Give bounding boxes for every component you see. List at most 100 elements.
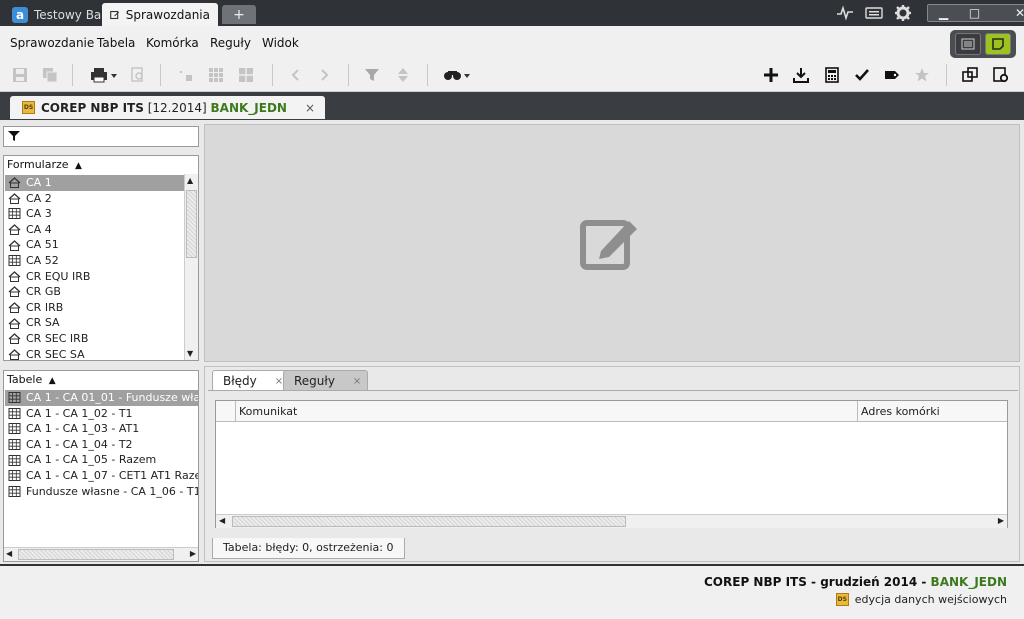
tab-label: Błędy (223, 374, 257, 388)
house-icon (8, 239, 21, 251)
filter-button[interactable] (362, 65, 382, 85)
document-close-button[interactable]: × (305, 101, 315, 115)
minimize-button[interactable]: ▁ (928, 5, 959, 21)
note-view-button[interactable] (985, 33, 1011, 55)
scroll-thumb[interactable] (186, 190, 197, 258)
close-icon[interactable]: × (353, 376, 361, 387)
table-list-item[interactable]: CA 1 - CA 1_03 - AT1 (5, 421, 198, 437)
table-label: CA 1 - CA 1_04 - T2 (26, 437, 133, 451)
scroll-thumb[interactable] (18, 549, 174, 560)
document-tab[interactable]: DS COREP NBP ITS [12.2014] BANK_JEDN × (10, 96, 326, 119)
form-list-item[interactable]: CA 51 (5, 237, 184, 253)
filter-input[interactable] (3, 126, 199, 147)
form-list-item[interactable]: CA 4 (5, 222, 184, 238)
tag-button[interactable] (882, 65, 902, 85)
close-button[interactable]: ✕ (990, 5, 1024, 21)
table-list-item[interactable]: CA 1 - CA 01_01 - Fundusze własne (5, 390, 198, 406)
save-button[interactable] (10, 65, 30, 85)
cell-button[interactable] (176, 65, 196, 85)
app-logo-icon: a (12, 6, 28, 23)
form-list-item[interactable]: CA 2 (5, 191, 184, 207)
sort-up-icon: ▲ (75, 161, 82, 171)
form-list-item[interactable]: CA 1 (5, 175, 184, 191)
menu-sprawozdanie[interactable]: Sprawozdanie (10, 36, 94, 50)
gear-icon[interactable] (894, 4, 912, 22)
form-list-item[interactable]: CA 3 (5, 206, 184, 222)
grid-icon (8, 255, 21, 267)
house-icon (8, 193, 21, 204)
print-icon (91, 68, 117, 83)
chevron-right-icon (321, 69, 329, 81)
form-list-item[interactable]: CR IRB (5, 300, 184, 316)
activity-icon[interactable] (836, 5, 854, 21)
table-list-item[interactable]: CA 1 - CA 1_02 - T1 (5, 406, 198, 422)
footer-title-text: COREP NBP ITS - grudzień 2014 - (704, 575, 931, 589)
toolbar-separator (72, 64, 73, 86)
column-adres-komorki[interactable]: Adres komórki (858, 401, 1007, 422)
table-label: Fundusze własne - CA 1_06 - T1 R (26, 484, 198, 498)
table-list-item[interactable]: Fundusze własne - CA 1_06 - T1 R (5, 484, 198, 500)
forms-scrollbar[interactable]: ▲ ▼ (184, 174, 198, 360)
sort-button[interactable] (393, 65, 413, 85)
toolbar-separator (160, 64, 161, 86)
table-button[interactable] (236, 65, 256, 85)
form-list-item[interactable]: CA 52 (5, 253, 184, 269)
table-list-item[interactable]: CA 1 - CA 1_04 - T2 (5, 437, 198, 453)
preview-button[interactable] (128, 65, 148, 85)
forms-header-label: Formularze (7, 158, 69, 171)
menu-widok[interactable]: Widok (262, 36, 299, 50)
save-all-button[interactable] (40, 65, 60, 85)
grid-button[interactable] (206, 65, 226, 85)
close-icon[interactable]: × (275, 376, 283, 387)
scroll-down-icon[interactable]: ▼ (187, 349, 193, 358)
table-list-item[interactable]: CA 1 - CA 1_05 - Razem (5, 452, 198, 468)
scroll-thumb[interactable] (232, 516, 626, 527)
form-label: CR GB (26, 285, 61, 299)
add-button[interactable] (761, 65, 781, 85)
maximize-button[interactable]: □ (959, 5, 990, 21)
scroll-left-icon[interactable]: ◀ (6, 549, 12, 558)
table-list-item[interactable]: CA 1 - CA 1_07 - CET1 AT1 Razem (5, 468, 198, 484)
download-button[interactable] (791, 65, 811, 85)
menu-komorka[interactable]: Komórka (146, 36, 199, 50)
tables-hscrollbar[interactable]: ◀ ▶ (4, 547, 198, 561)
form-list-item[interactable]: CR EQU IRB (5, 269, 184, 285)
form-list-item[interactable]: CR SEC SA (5, 347, 184, 363)
tab-reguly[interactable]: Reguły × (283, 370, 369, 391)
list-view-button[interactable] (955, 33, 981, 55)
tab-sprawozdania[interactable]: Sprawozdania (102, 3, 218, 26)
scroll-right-icon[interactable]: ▶ (998, 516, 1004, 525)
row-header-corner (216, 401, 236, 422)
grid-icon (8, 439, 21, 451)
tab-bledy[interactable]: Błędy × (212, 370, 291, 391)
menu-tabela[interactable]: Tabela (97, 36, 135, 50)
form-label: CR EQU IRB (26, 269, 91, 283)
form-label: CR SA (26, 316, 60, 330)
scroll-right-icon[interactable]: ▶ (190, 549, 196, 558)
menu-reguly[interactable]: Reguły (210, 36, 251, 50)
calculator-button[interactable] (822, 65, 842, 85)
favorite-button[interactable] (912, 65, 932, 85)
scroll-up-icon[interactable]: ▲ (187, 176, 193, 185)
form-list-item[interactable]: CR SA (5, 315, 184, 331)
document-period: [12.2014] (147, 100, 207, 115)
doc-settings-button[interactable] (991, 65, 1011, 85)
scroll-left-icon[interactable]: ◀ (219, 516, 225, 525)
form-list-item[interactable]: CR SEC IRB (5, 331, 184, 347)
add-tab-button[interactable]: + (222, 5, 256, 24)
prev-button[interactable] (286, 65, 306, 85)
column-komunikat[interactable]: Komunikat (236, 401, 858, 422)
grid-hscrollbar[interactable]: ◀ ▶ (216, 514, 1007, 528)
house-icon (8, 177, 21, 189)
next-button[interactable] (314, 65, 334, 85)
link-icon (962, 67, 978, 82)
house-icon (8, 224, 21, 236)
form-list-item[interactable]: CR GB (5, 284, 184, 300)
print-button[interactable] (88, 65, 120, 85)
validate-button[interactable] (852, 65, 872, 85)
link-button[interactable] (960, 65, 980, 85)
find-button[interactable] (442, 65, 472, 85)
forms-header[interactable]: Formularze ▲ (4, 156, 198, 174)
keyboard-icon[interactable] (865, 7, 883, 19)
dataset-badge-icon: DS (835, 593, 849, 606)
